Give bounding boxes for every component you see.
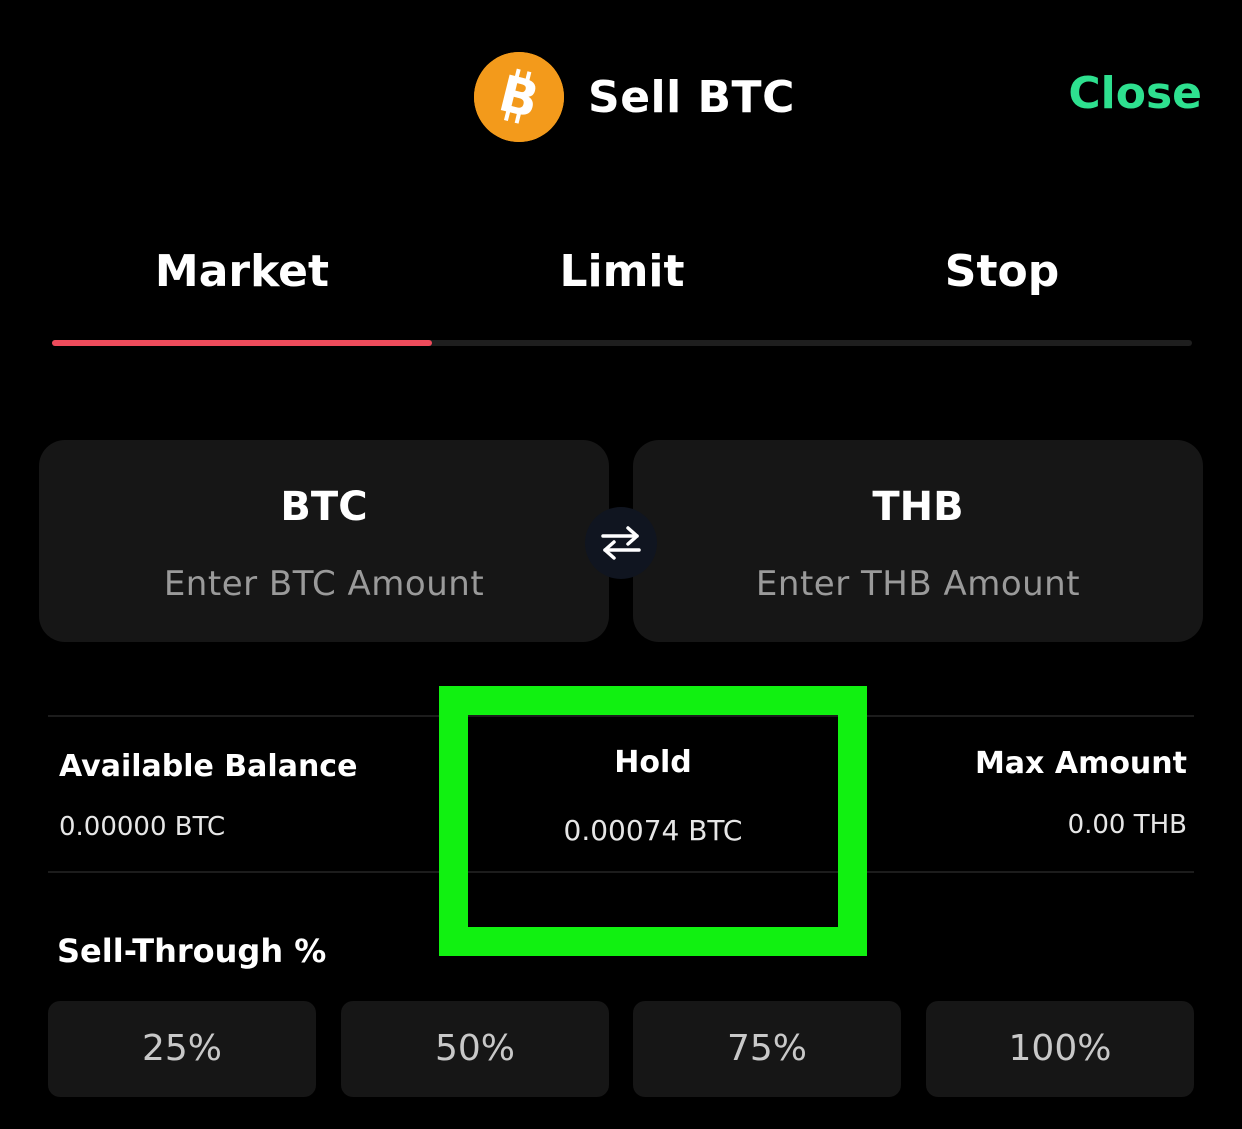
tab-limit[interactable]: Limit [432,244,812,300]
active-tab-indicator [52,340,432,346]
percent-25-button[interactable]: 25% [48,1001,316,1097]
max-amount-label: Max Amount [974,746,1187,781]
percent-75-button[interactable]: 75% [633,1001,901,1097]
thb-amount-placeholder: Enter THB Amount [755,564,1081,604]
tab-market[interactable]: Market [52,244,432,300]
swap-arrows-icon [601,526,641,560]
btc-amount-placeholder: Enter BTC Amount [163,564,485,604]
order-type-tabs: Market Limit Stop [52,230,1192,350]
tab-stop[interactable]: Stop [812,244,1192,300]
swap-button[interactable] [585,507,657,579]
percent-50-button[interactable]: 50% [341,1001,609,1097]
available-balance-label: Available Balance [59,749,358,784]
sell-through-label: Sell-Through % [57,932,327,970]
max-amount-value: 0.00 THB [1067,810,1187,840]
percent-100-button[interactable]: 100% [926,1001,1194,1097]
page-title: Sell BTC [588,72,795,123]
header: B Sell BTC Close [0,0,1242,200]
bitcoin-logo-icon: B [474,52,564,142]
btc-currency-label: BTC [280,484,368,530]
btc-amount-input[interactable]: BTC Enter BTC Amount [39,440,609,642]
available-balance-value: 0.00000 BTC [59,812,226,842]
hold-highlight-box [439,686,867,956]
close-button[interactable]: Close [1068,66,1202,122]
thb-amount-input[interactable]: THB Enter THB Amount [633,440,1203,642]
thb-currency-label: THB [872,484,964,530]
